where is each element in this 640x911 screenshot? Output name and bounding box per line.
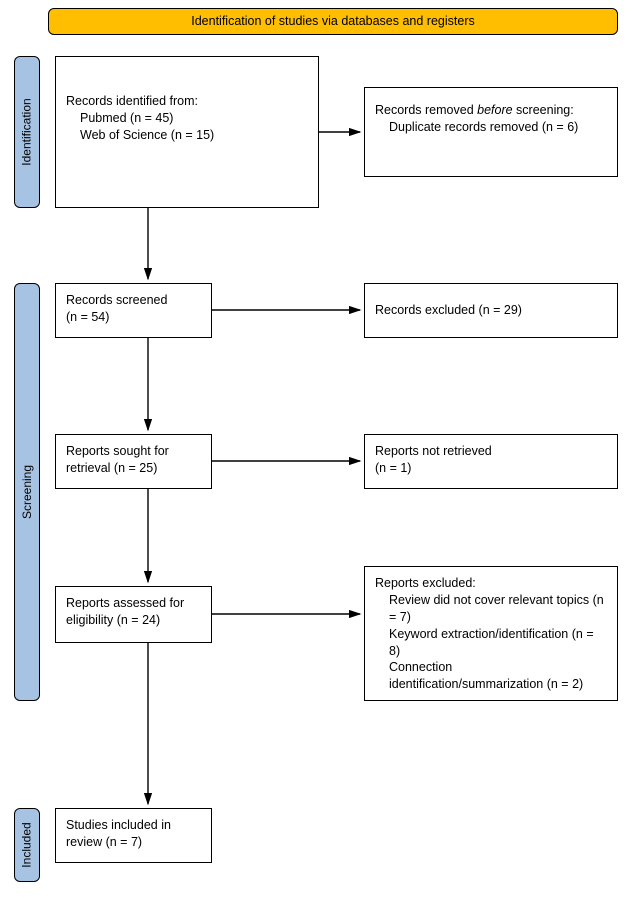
box-records-removed: Records removed before screening: Duplic… — [364, 87, 618, 177]
excluded-reason-2: Keyword extraction/identification (n = 8… — [375, 626, 607, 660]
excluded-screened-text: Records excluded (n = 29) — [375, 302, 607, 319]
box-reports-not-retrieved: Reports not retrieved (n = 1) — [364, 434, 618, 489]
box-studies-included: Studies included in review (n = 7) — [55, 808, 212, 863]
box-records-screened: Records screened (n = 54) — [55, 283, 212, 338]
stage-label-text: Included — [20, 822, 34, 867]
box-records-excluded: Records excluded (n = 29) — [364, 283, 618, 338]
removed-line1: Records removed before screening: — [375, 102, 607, 119]
removed-em: before — [477, 103, 512, 117]
box-reports-excluded-reasons: Reports excluded: Review did not cover r… — [364, 566, 618, 701]
header-title: Identification of studies via databases … — [191, 14, 475, 28]
box-reports-sought: Reports sought for retrieval (n = 25) — [55, 434, 212, 489]
screened-count: (n = 54) — [66, 309, 201, 326]
not-retrieved-text: Reports not retrieved — [375, 443, 607, 460]
box-reports-assessed: Reports assessed for eligibility (n = 24… — [55, 586, 212, 643]
stage-label-included: Included — [14, 808, 40, 882]
stage-label-text: Screening — [20, 465, 34, 519]
removed-prefix: Records removed — [375, 103, 477, 117]
header-band: Identification of studies via databases … — [48, 8, 618, 35]
not-retrieved-count: (n = 1) — [375, 460, 607, 477]
screened-text: Records screened — [66, 292, 201, 309]
stage-label-screening: Screening — [14, 283, 40, 701]
excluded-reason-3: Connection identification/summarization … — [375, 659, 607, 693]
excluded-assessed-header: Reports excluded: — [375, 575, 607, 592]
assessed-text: Reports assessed for eligibility (n = 24… — [66, 595, 201, 629]
excluded-reason-1: Review did not cover relevant topics (n … — [375, 592, 607, 626]
included-text: Studies included in review (n = 7) — [66, 817, 201, 851]
identified-header: Records identified from: — [66, 93, 308, 110]
box-records-identified: Records identified from: Pubmed (n = 45)… — [55, 56, 319, 208]
stage-label-identification: Identification — [14, 56, 40, 208]
removed-suffix: screening: — [513, 103, 574, 117]
identified-source-2: Web of Science (n = 15) — [66, 127, 308, 144]
identified-source-1: Pubmed (n = 45) — [66, 110, 308, 127]
stage-label-text: Identification — [20, 98, 34, 165]
removed-line2: Duplicate records removed (n = 6) — [375, 119, 607, 136]
sought-text: Reports sought for retrieval (n = 25) — [66, 443, 201, 477]
